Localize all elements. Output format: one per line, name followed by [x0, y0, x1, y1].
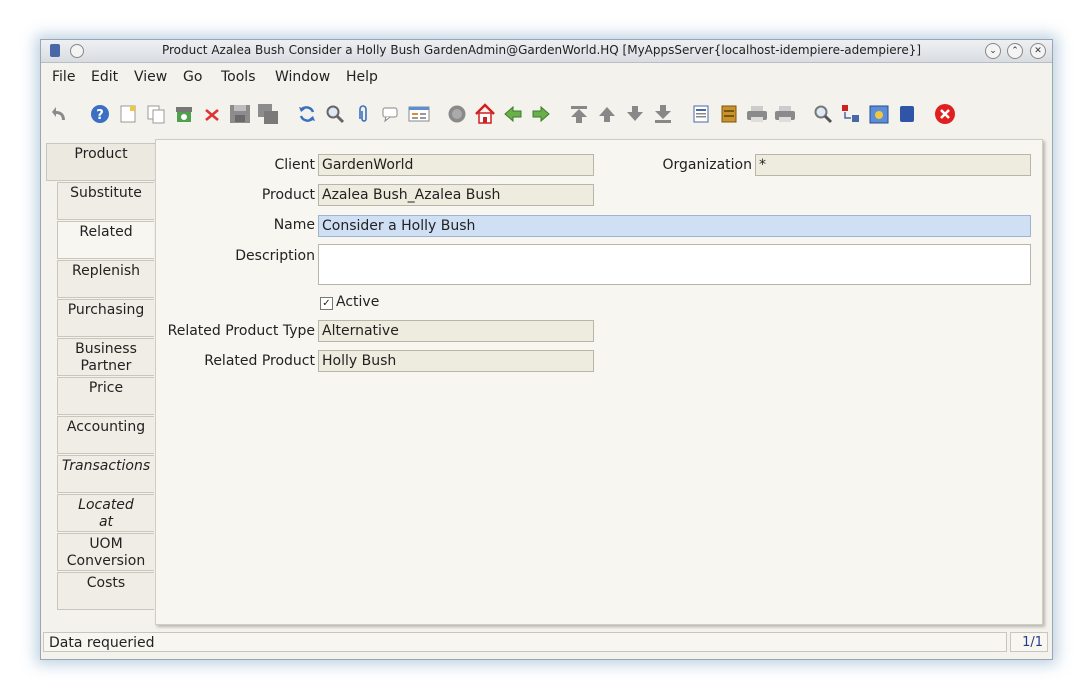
- parent-icon[interactable]: [501, 102, 525, 126]
- title-bar: Product Azalea Bush Consider a Holly Bus…: [41, 40, 1052, 63]
- client-label: Client: [274, 157, 315, 173]
- organization-label: Organization: [662, 157, 752, 173]
- menu-help[interactable]: Help: [346, 69, 378, 85]
- print-preview-icon[interactable]: [745, 102, 769, 126]
- tab-label: Product: [74, 146, 128, 162]
- grid-toggle-icon[interactable]: [407, 102, 431, 126]
- svg-text:?: ?: [96, 108, 104, 123]
- next-icon[interactable]: [623, 102, 647, 126]
- client-field[interactable]: GardenWorld: [318, 154, 594, 176]
- app-window: Product Azalea Bush Consider a Holly Bus…: [40, 39, 1053, 660]
- menu-bar: File Edit View Go Tools Window Help: [41, 63, 1052, 91]
- related-product-type-label: Related Product Type: [167, 323, 315, 339]
- active-label: Active: [336, 294, 380, 310]
- tab-label: at: [98, 514, 114, 530]
- product-info-icon[interactable]: [867, 102, 891, 126]
- menu-view[interactable]: View: [134, 69, 167, 85]
- tab-purchasing[interactable]: Purchasing: [57, 299, 154, 337]
- minimize-icon[interactable]: ⌄: [985, 43, 1001, 59]
- status-message: Data requeried: [43, 632, 1007, 652]
- tab-located-at[interactable]: Located at: [57, 494, 154, 532]
- name-label: Name: [273, 217, 315, 233]
- request-icon[interactable]: [839, 102, 863, 126]
- report-icon[interactable]: [689, 102, 713, 126]
- app-menu-icon[interactable]: [50, 44, 60, 57]
- tab-label: Substitute: [70, 185, 142, 201]
- maximize-icon[interactable]: ⌃: [1007, 43, 1023, 59]
- name-field[interactable]: Consider a Holly Bush: [318, 215, 1031, 237]
- copy-icon[interactable]: [144, 102, 168, 126]
- tab-product[interactable]: Product: [46, 143, 155, 181]
- description-label: Description: [235, 248, 315, 264]
- detail-icon[interactable]: [529, 102, 553, 126]
- tab-substitute[interactable]: Substitute: [57, 182, 154, 220]
- chat-icon[interactable]: [379, 102, 403, 126]
- tab-label: Related: [79, 224, 133, 240]
- window-title: Product Azalea Bush Consider a Holly Bus…: [161, 43, 922, 57]
- tab-label: Costs: [86, 575, 126, 591]
- tab-label: Price: [88, 380, 124, 396]
- delete-icon[interactable]: [200, 102, 224, 126]
- tab-label: Transactions: [61, 458, 151, 474]
- tab-transactions[interactable]: Transactions: [57, 455, 154, 493]
- first-icon[interactable]: [567, 102, 591, 126]
- close-icon[interactable]: ✕: [1030, 43, 1046, 59]
- status-bar: Data requeried 1/1: [41, 632, 1052, 654]
- related-product-label: Related Product: [204, 353, 315, 369]
- tab-label: Replenish: [71, 263, 141, 279]
- tab-costs[interactable]: Costs: [57, 572, 154, 610]
- last-icon[interactable]: [651, 102, 675, 126]
- menu-window[interactable]: Window: [275, 69, 330, 85]
- new-icon[interactable]: [116, 102, 140, 126]
- tab-price[interactable]: Price: [57, 377, 154, 415]
- history-icon[interactable]: [445, 102, 469, 126]
- end-icon[interactable]: [933, 102, 957, 126]
- tab-business-partner[interactable]: Business Partner: [57, 338, 154, 376]
- menu-edit[interactable]: Edit: [91, 69, 118, 85]
- home-icon[interactable]: [473, 102, 497, 126]
- workflow-icon[interactable]: [895, 102, 919, 126]
- save-icon[interactable]: [228, 102, 252, 126]
- zoom-across-icon[interactable]: [811, 102, 835, 126]
- organization-field[interactable]: *: [755, 154, 1031, 176]
- find-icon[interactable]: [323, 102, 347, 126]
- menu-go[interactable]: Go: [183, 69, 202, 85]
- record-count[interactable]: 1/1: [1010, 632, 1048, 652]
- tab-related[interactable]: Related: [57, 221, 154, 259]
- sticky-icon[interactable]: [70, 44, 84, 58]
- archived-docs-icon[interactable]: [717, 102, 741, 126]
- help-icon[interactable]: ?: [88, 102, 112, 126]
- tab-label: Business: [75, 341, 137, 357]
- related-product-type-field[interactable]: Alternative: [318, 320, 594, 342]
- toolbar: ?: [41, 92, 1052, 138]
- description-field[interactable]: [318, 244, 1031, 285]
- tab-label: Conversion: [66, 553, 146, 569]
- related-product-field[interactable]: Holly Bush: [318, 350, 594, 372]
- product-field[interactable]: Azalea Bush_Azalea Bush: [318, 184, 594, 206]
- attachment-icon[interactable]: [351, 102, 375, 126]
- product-label: Product: [261, 187, 315, 203]
- refresh-icon[interactable]: [295, 102, 319, 126]
- tab-label: Accounting: [66, 419, 146, 435]
- detail-panel: Client GardenWorld Organization * Produc…: [155, 139, 1043, 625]
- tab-label: UOM: [89, 536, 123, 552]
- undo-icon[interactable]: [49, 102, 73, 126]
- tab-replenish[interactable]: Replenish: [57, 260, 154, 298]
- archive-icon[interactable]: [172, 102, 196, 126]
- menu-tools[interactable]: Tools: [221, 69, 256, 85]
- active-checkbox[interactable]: ✓: [320, 297, 333, 310]
- tab-label: Located: [78, 497, 134, 513]
- previous-icon[interactable]: [595, 102, 619, 126]
- tab-accounting[interactable]: Accounting: [57, 416, 154, 454]
- tab-label: Partner: [80, 358, 132, 374]
- menu-file[interactable]: File: [52, 69, 75, 85]
- tab-uom-conversion[interactable]: UOM Conversion: [57, 533, 154, 571]
- save-new-icon[interactable]: [256, 102, 280, 126]
- tab-label: Purchasing: [67, 302, 145, 318]
- print-icon[interactable]: [773, 102, 797, 126]
